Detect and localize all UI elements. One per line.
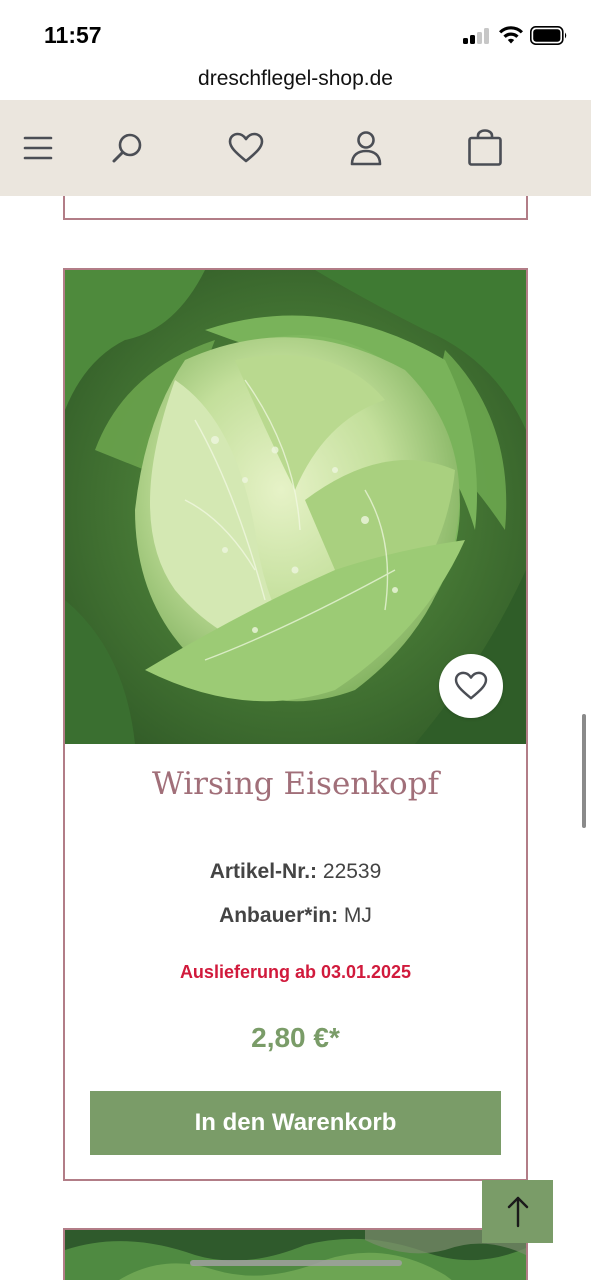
status-bar: 11:57 (0, 0, 591, 62)
article-number-label: Artikel-Nr.: (209, 860, 318, 883)
scroll-indicator[interactable] (582, 714, 586, 828)
cellular-signal-icon (463, 28, 491, 44)
article-number-value: 22539 (322, 860, 382, 883)
grower-row: Anbauer*in: MJ (65, 904, 526, 928)
product-title[interactable]: Wirsing Eisenkopf (65, 766, 526, 802)
grower-label: Anbauer*in: (219, 904, 339, 927)
delivery-note: Auslieferung ab 03.01.2025 (179, 962, 412, 982)
home-indicator[interactable] (190, 1260, 402, 1266)
add-to-cart-button[interactable]: In den Warenkorb (90, 1091, 501, 1155)
product-price: 2,80 €* (251, 1022, 340, 1053)
battery-icon (530, 26, 567, 45)
scroll-to-top-button[interactable] (482, 1180, 553, 1243)
heart-outline-icon (454, 671, 488, 700)
status-time: 11:57 (44, 22, 102, 48)
arrow-up-icon (507, 1196, 528, 1227)
site-header (0, 100, 591, 196)
search-icon[interactable] (105, 126, 149, 170)
product-image[interactable] (65, 270, 526, 744)
shopping-bag-icon[interactable] (463, 126, 507, 170)
menu-icon[interactable] (16, 126, 60, 170)
url-text[interactable]: dreschflegel-shop.de (0, 67, 591, 91)
heart-icon[interactable] (224, 126, 268, 170)
article-number-row: Artikel-Nr.: 22539 (65, 860, 526, 884)
grower-value: MJ (343, 904, 372, 927)
url-bar[interactable]: dreschflegel-shop.de (0, 62, 591, 100)
product-card: Wirsing Eisenkopf Artikel-Nr.: 22539 Anb… (63, 268, 528, 1181)
user-icon[interactable] (344, 126, 388, 170)
wishlist-button[interactable] (439, 654, 503, 718)
next-product-card[interactable] (63, 1228, 528, 1280)
wifi-icon (499, 26, 523, 44)
